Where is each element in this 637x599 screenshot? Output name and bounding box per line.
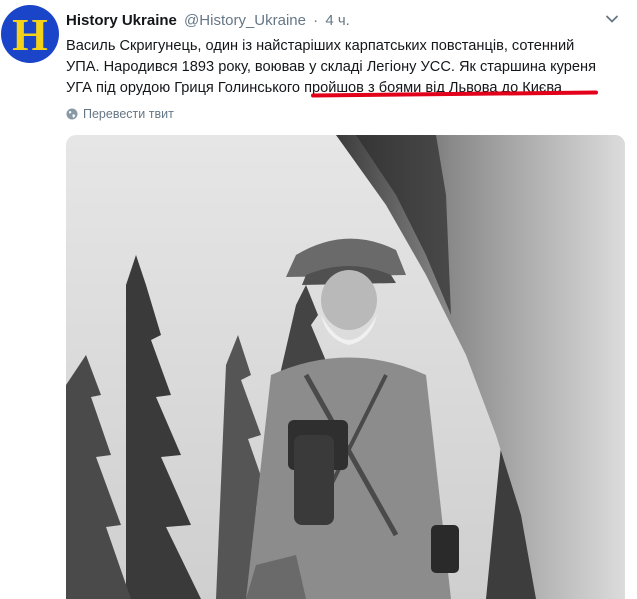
tweet-photo[interactable] [66,135,625,599]
translate-tweet-link[interactable]: Перевести твит [66,107,174,121]
chevron-down-icon[interactable] [605,12,619,26]
translate-label: Перевести твит [83,107,174,121]
tweet-text: Василь Скригунець, один із найстаріших к… [66,36,626,99]
header-separator: · [313,12,319,29]
tweet-header: History Ukraine @History_Ukraine · 4 ч. [66,12,350,29]
tweet-time[interactable]: 4 ч. [325,12,350,29]
avatar[interactable]: H [1,5,59,63]
author-handle[interactable]: @History_Ukraine [184,12,306,29]
avatar-letter: H [12,9,48,60]
globe-icon [66,108,78,120]
tweet-text-line: Василь Скригунець, один із найстаріших к… [66,38,575,54]
author-name[interactable]: History Ukraine [66,12,177,29]
historical-photo [66,135,625,599]
tweet-text-line: УПА. Народився 1893 року, воював у склад… [66,59,596,75]
